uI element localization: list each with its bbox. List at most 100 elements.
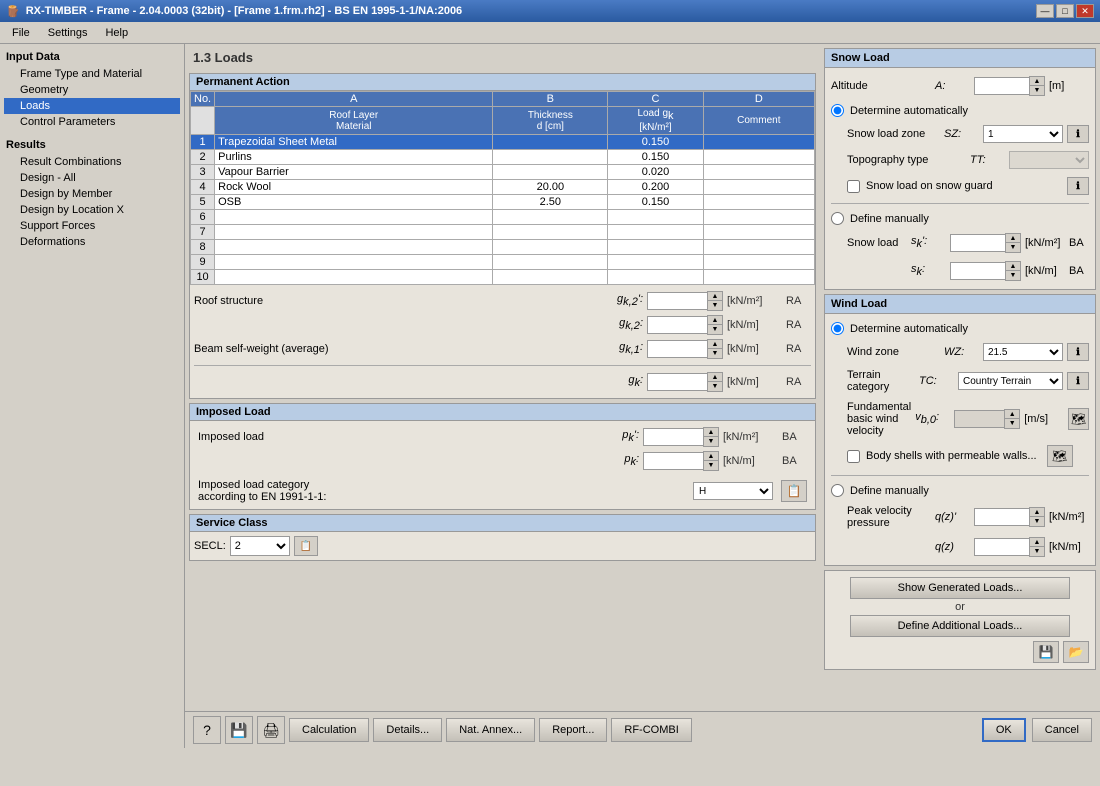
wind-auto-radio[interactable] — [831, 322, 844, 335]
table-row[interactable]: 8 — [191, 240, 815, 255]
altitude-up[interactable]: ▲ — [1030, 77, 1044, 86]
body-shells-checkbox[interactable] — [847, 450, 860, 463]
menu-help[interactable]: Help — [97, 25, 136, 41]
menu-file[interactable]: File — [4, 25, 38, 41]
snow-guard-info-btn[interactable]: ℹ — [1067, 177, 1089, 195]
folder-icon-btn[interactable]: 📂 — [1063, 641, 1089, 663]
sk-field[interactable]: 2.450 ▲ ▼ — [950, 261, 1021, 281]
gk2-up[interactable]: ▲ — [708, 316, 722, 325]
table-row[interactable]: 2 Purlins 0.150 — [191, 150, 815, 165]
show-generated-loads-button[interactable]: Show Generated Loads... — [850, 577, 1070, 599]
gk-down[interactable]: ▼ — [708, 382, 722, 391]
save-toolbar-btn[interactable]: 💾 — [225, 716, 253, 744]
maximize-button[interactable]: □ — [1056, 4, 1074, 18]
qz-prime-up[interactable]: ▲ — [1030, 508, 1044, 517]
pk-prime-up[interactable]: ▲ — [704, 428, 718, 437]
gk2-field[interactable]: 3.350 ▲ ▼ — [647, 315, 723, 335]
gk-field[interactable]: 3.962 ▲ ▼ — [647, 372, 723, 392]
pk-field[interactable]: 2.500 ▲ ▼ — [643, 451, 719, 471]
pk-prime-input[interactable]: 0.500 — [643, 428, 703, 446]
qz-field[interactable]: 4.603 ▲ ▼ — [974, 537, 1045, 557]
ok-button[interactable]: OK — [982, 718, 1026, 742]
snow-zone-info-btn[interactable]: ℹ — [1067, 125, 1089, 143]
pk-prime-down[interactable]: ▼ — [704, 437, 718, 446]
wind-zone-select[interactable]: 21.522.523.5 — [983, 343, 1063, 361]
help-toolbar-btn[interactable]: ? — [193, 716, 221, 744]
sidebar-item-design-all[interactable]: Design - All — [4, 170, 180, 186]
details-button[interactable]: Details... — [373, 718, 442, 742]
report-button[interactable]: Report... — [539, 718, 607, 742]
table-row[interactable]: 9 — [191, 255, 815, 270]
print-toolbar-btn[interactable]: 🖨 — [257, 716, 285, 744]
gk2-prime-up[interactable]: ▲ — [708, 292, 722, 301]
sk-up[interactable]: ▲ — [1006, 262, 1020, 271]
gk1-down[interactable]: ▼ — [708, 349, 722, 358]
qz-prime-down[interactable]: ▼ — [1030, 517, 1044, 526]
gk2-prime-input[interactable]: 0.670 — [647, 292, 707, 310]
table-row[interactable]: 5 OSB 2.50 0.150 — [191, 195, 815, 210]
pk-input[interactable]: 2.500 — [643, 452, 703, 470]
terrain-select[interactable]: Country TerrainTown TerrainSea — [958, 372, 1063, 390]
qz-prime-input[interactable]: 0.921 — [974, 508, 1029, 526]
sidebar-item-deformations[interactable]: Deformations — [4, 234, 180, 250]
gk2-input[interactable]: 3.350 — [647, 316, 707, 334]
altitude-field[interactable]: 200 ▲ ▼ — [974, 76, 1045, 96]
sk-input[interactable]: 2.450 — [950, 262, 1005, 280]
sidebar-item-control[interactable]: Control Parameters — [4, 114, 180, 130]
gk2-prime-down[interactable]: ▼ — [708, 301, 722, 310]
altitude-input[interactable]: 200 — [974, 77, 1029, 95]
menu-settings[interactable]: Settings — [40, 25, 96, 41]
table-row[interactable]: 1 Trapezoidal Sheet Metal 0.150 — [191, 135, 815, 150]
snow-guard-checkbox[interactable] — [847, 180, 860, 193]
snow-manual-radio[interactable] — [831, 212, 844, 225]
category-select[interactable]: H A B — [693, 482, 773, 500]
sidebar-item-geometry[interactable]: Geometry — [4, 82, 180, 98]
gk1-input[interactable]: 0.612 — [647, 340, 707, 358]
category-info-btn[interactable]: 📋 — [781, 480, 807, 502]
terrain-info-btn[interactable]: ℹ — [1067, 372, 1089, 390]
secl-select[interactable]: 2 1 3 — [230, 536, 290, 556]
sidebar-item-design-member[interactable]: Design by Member — [4, 186, 180, 202]
body-shells-icon-btn[interactable]: 🗺 — [1047, 445, 1073, 467]
gk2-down[interactable]: ▼ — [708, 325, 722, 334]
snow-zone-select[interactable]: 123 — [983, 125, 1063, 143]
table-row[interactable]: 4 Rock Wool 20.00 0.200 — [191, 180, 815, 195]
sidebar-item-result-comb[interactable]: Result Combinations — [4, 154, 180, 170]
snow-auto-radio[interactable] — [831, 104, 844, 117]
altitude-down[interactable]: ▼ — [1030, 86, 1044, 95]
cancel-button[interactable]: Cancel — [1032, 718, 1092, 742]
qz-down[interactable]: ▼ — [1030, 547, 1044, 556]
minimize-button[interactable]: — — [1036, 4, 1054, 18]
table-row[interactable]: 3 Vapour Barrier 0.020 — [191, 165, 815, 180]
sk-prime-input[interactable]: 0.490 — [950, 234, 1005, 252]
gk-up[interactable]: ▲ — [708, 373, 722, 382]
gk-input[interactable]: 3.962 — [647, 373, 707, 391]
close-button[interactable]: ✕ — [1076, 4, 1094, 18]
sk-prime-up[interactable]: ▲ — [1006, 234, 1020, 243]
sk-down[interactable]: ▼ — [1006, 271, 1020, 280]
table-row[interactable]: 6 — [191, 210, 815, 225]
qz-prime-field[interactable]: 0.921 ▲ ▼ — [974, 507, 1045, 527]
pk-prime-field[interactable]: 0.500 ▲ ▼ — [643, 427, 719, 447]
calculation-button[interactable]: Calculation — [289, 718, 369, 742]
wind-zone-info-btn[interactable]: ℹ — [1067, 343, 1089, 361]
wind-manual-radio[interactable] — [831, 484, 844, 497]
pk-up[interactable]: ▲ — [704, 452, 718, 461]
sidebar-item-frame-type[interactable]: Frame Type and Material — [4, 66, 180, 82]
sk-prime-field[interactable]: 0.490 ▲ ▼ — [950, 233, 1021, 253]
sidebar-item-loads[interactable]: Loads — [4, 98, 180, 114]
sidebar-item-design-location[interactable]: Design by Location X — [4, 202, 180, 218]
vb-map-btn[interactable]: 🗺 — [1068, 408, 1089, 430]
gk1-field[interactable]: 0.612 ▲ ▼ — [647, 339, 723, 359]
table-row[interactable]: 7 — [191, 225, 815, 240]
vb-field[interactable]: 25.8 ▲ ▼ — [954, 409, 1020, 429]
vb-up[interactable]: ▲ — [1005, 410, 1019, 419]
secl-info-btn[interactable]: 📋 — [294, 536, 318, 556]
qz-up[interactable]: ▲ — [1030, 538, 1044, 547]
nat-annex-button[interactable]: Nat. Annex... — [446, 718, 535, 742]
sk-prime-down[interactable]: ▼ — [1006, 243, 1020, 252]
gk2-prime-field[interactable]: 0.670 ▲ ▼ — [647, 291, 723, 311]
vb-down[interactable]: ▼ — [1005, 419, 1019, 428]
pk-down[interactable]: ▼ — [704, 461, 718, 470]
save-icon-btn[interactable]: 💾 — [1033, 641, 1059, 663]
